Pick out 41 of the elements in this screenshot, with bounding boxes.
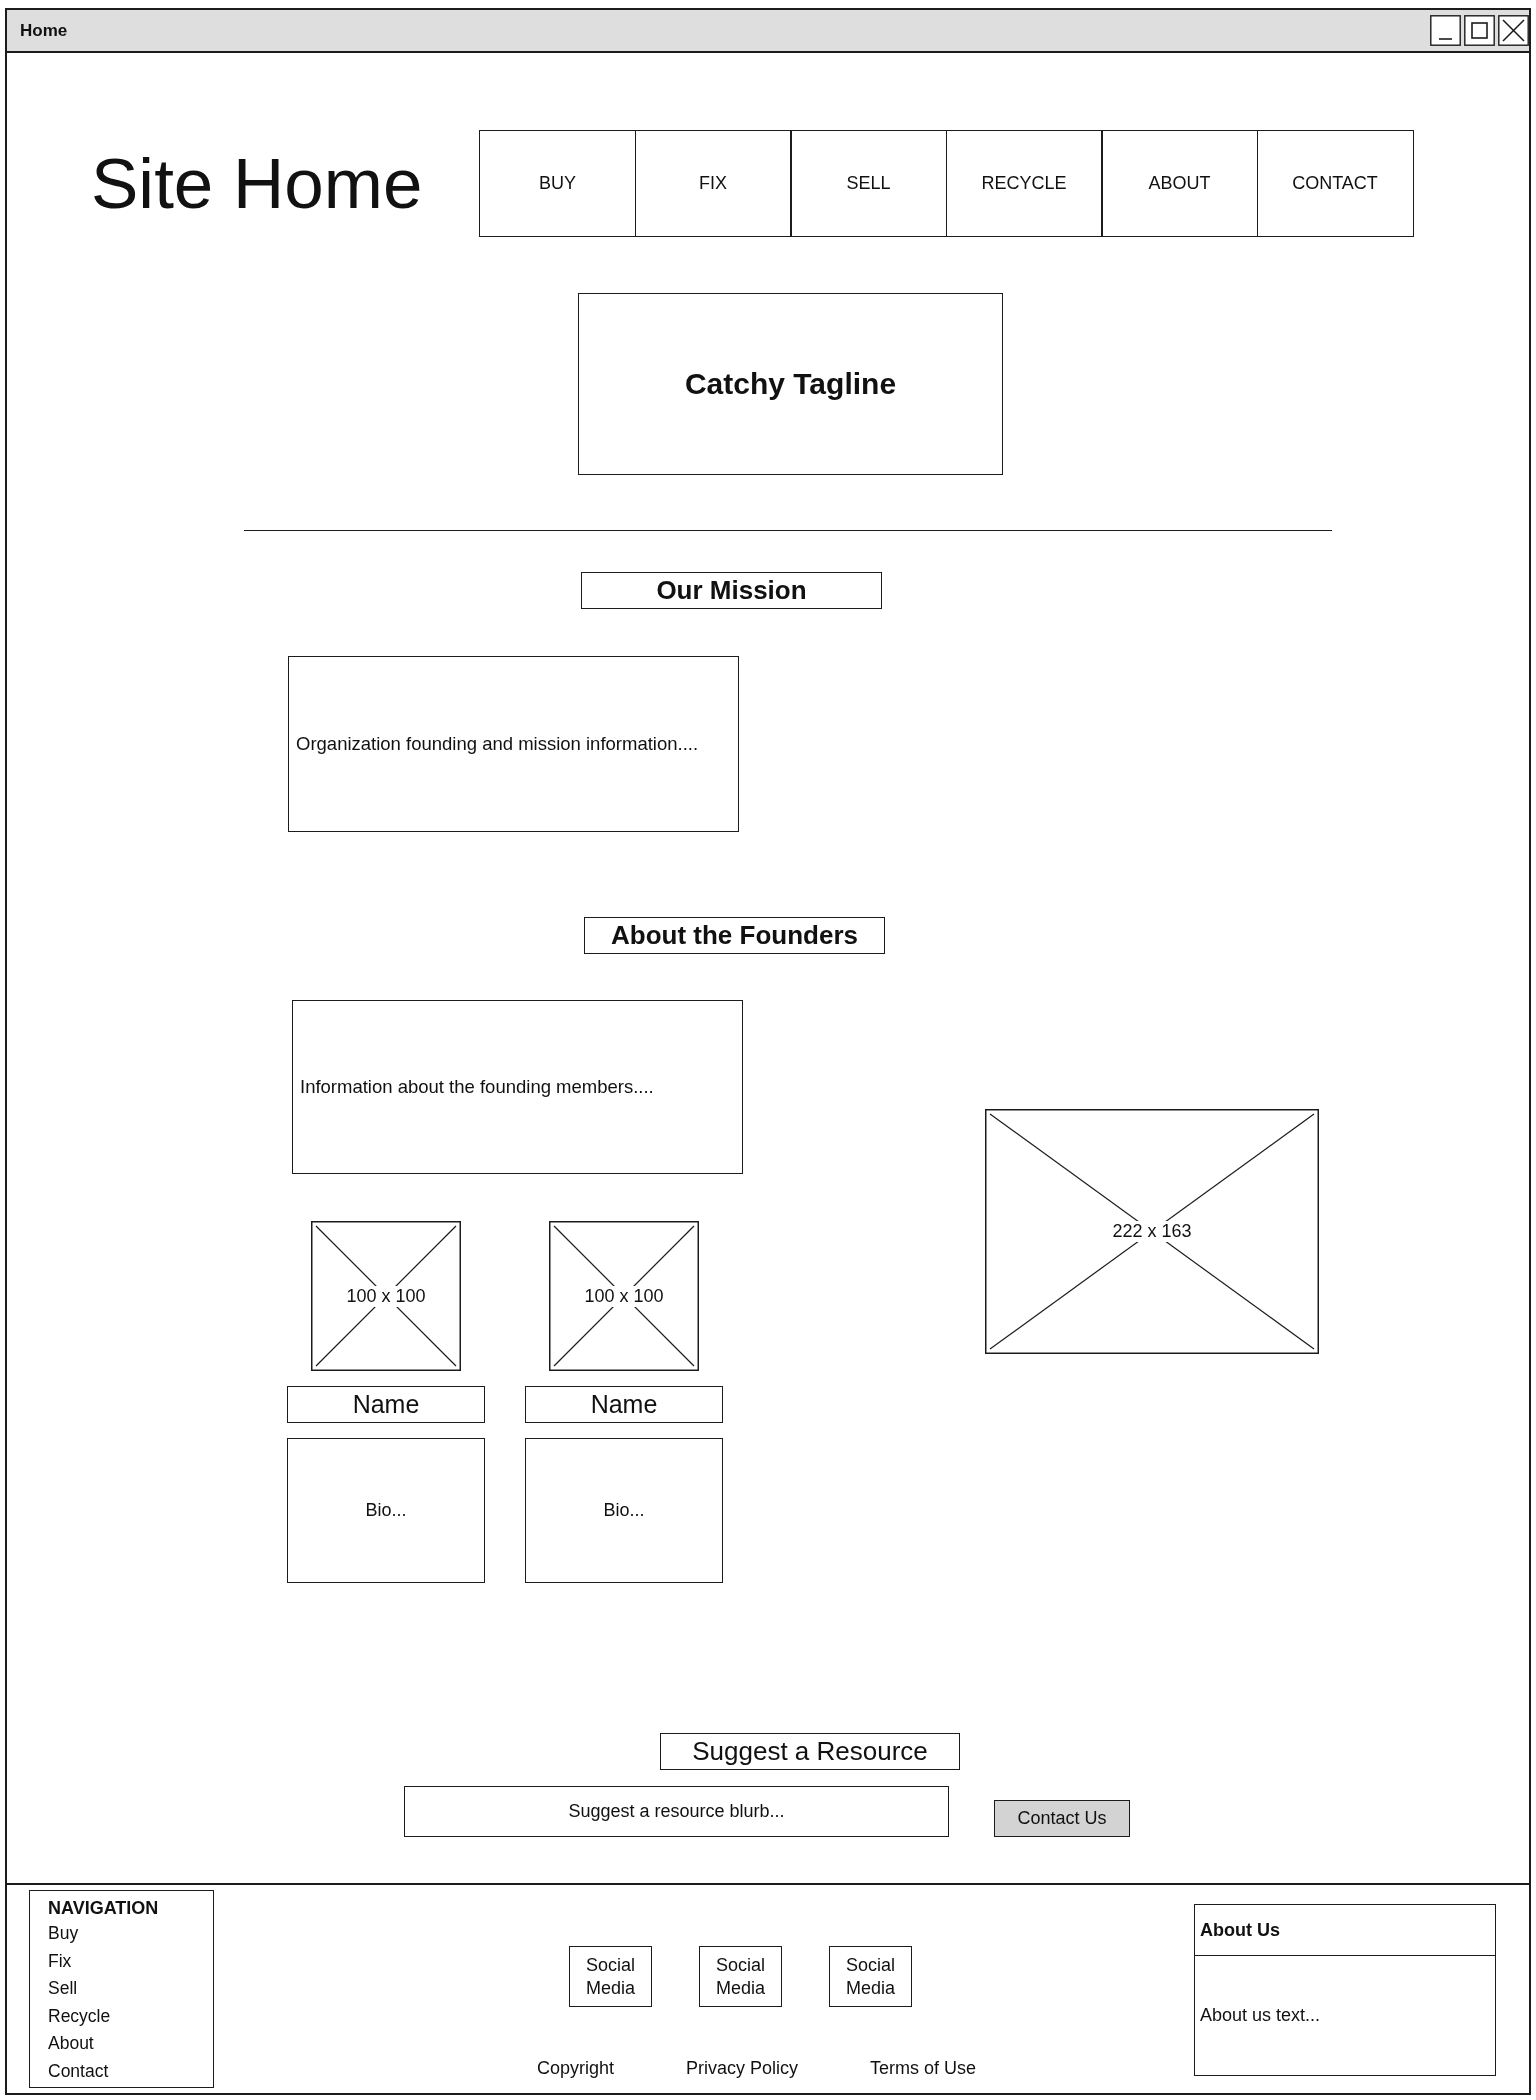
founder-name-panel: Name xyxy=(525,1386,723,1423)
mission-text-panel: Organization founding and mission information.... xyxy=(288,656,739,832)
image-size-label: 222 x 163 xyxy=(1110,1221,1194,1242)
nav-link[interactable]: BUY xyxy=(479,130,636,237)
nav-link[interactable]: RECYCLE xyxy=(945,130,1103,237)
footer-link[interactable]: Privacy Policy xyxy=(686,2057,799,2079)
minimize-icon[interactable] xyxy=(1430,15,1461,46)
footer-nav-link[interactable]: About xyxy=(48,2030,94,2058)
footer-nav-link[interactable]: Contact xyxy=(48,2057,109,2085)
nav-link[interactable]: ABOUT xyxy=(1101,130,1258,237)
blurb-panel: Suggest a resource blurb... xyxy=(404,1786,949,1837)
founder-bio-panel: Bio... xyxy=(287,1438,485,1583)
footer-link[interactable]: Terms of Use xyxy=(870,2057,977,2079)
nav-link[interactable]: SELL xyxy=(790,130,947,237)
footer-nav-link[interactable]: Recycle xyxy=(48,2002,111,2030)
close-icon[interactable] xyxy=(1498,15,1529,46)
site-title: Site Home xyxy=(91,148,423,219)
section-heading: About the Founders xyxy=(584,917,885,954)
contact-button[interactable]: Contact Us xyxy=(994,1800,1130,1837)
nav-link[interactable]: CONTACT xyxy=(1256,130,1414,237)
image-size-label: 100 x 100 xyxy=(582,1285,666,1307)
footer-nav-link[interactable]: Buy xyxy=(48,1920,79,1948)
section-heading: Suggest a Resource xyxy=(660,1733,960,1770)
social-media-link[interactable]: Social Media xyxy=(569,1946,652,2007)
maximize-icon[interactable] xyxy=(1464,15,1495,46)
founder-bio-panel: Bio... xyxy=(525,1438,723,1583)
tagline-panel: Catchy Tagline xyxy=(578,293,1003,475)
footer-link[interactable]: Copyright xyxy=(537,2057,615,2079)
footer-navigation-heading: NAVIGATION xyxy=(48,1897,159,1920)
window-title: Home xyxy=(20,20,68,41)
about-heading-panel: About Us xyxy=(1194,1904,1496,1956)
founder-name-panel: Name xyxy=(287,1386,485,1423)
social-media-link[interactable]: Social Media xyxy=(699,1946,782,2007)
founders-text-panel: Information about the founding members.... xyxy=(292,1000,743,1174)
footer-nav-link[interactable]: Sell xyxy=(48,1975,78,2003)
nav-link[interactable]: FIX xyxy=(634,130,792,237)
section-heading: Our Mission xyxy=(581,572,882,609)
social-media-link[interactable]: Social Media xyxy=(829,1946,912,2007)
image-size-label: 100 x 100 xyxy=(344,1285,428,1307)
about-text-panel: About us text... xyxy=(1194,1956,1496,2076)
footer-nav-link[interactable]: Fix xyxy=(48,1947,72,1975)
